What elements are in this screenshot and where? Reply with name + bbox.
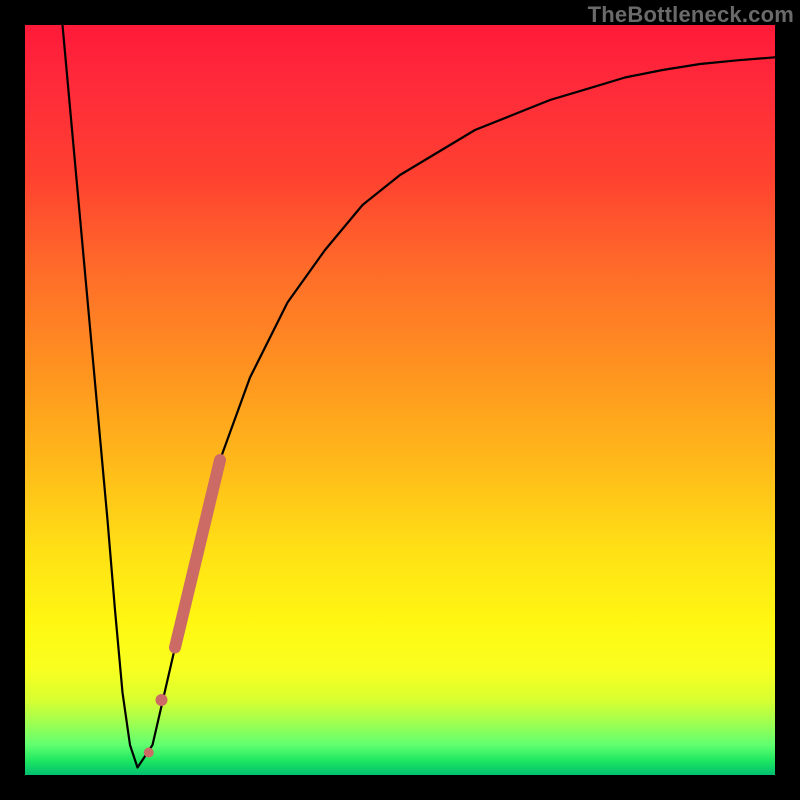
bottleneck-curve bbox=[63, 25, 776, 768]
watermark-text: TheBottleneck.com bbox=[588, 2, 794, 28]
plot-area bbox=[25, 25, 775, 775]
highlight-dot-2 bbox=[144, 748, 154, 758]
chart-frame: TheBottleneck.com bbox=[0, 0, 800, 800]
highlight-dot-1 bbox=[156, 694, 168, 706]
chart-svg bbox=[25, 25, 775, 775]
highlight-segment-main bbox=[175, 460, 220, 648]
